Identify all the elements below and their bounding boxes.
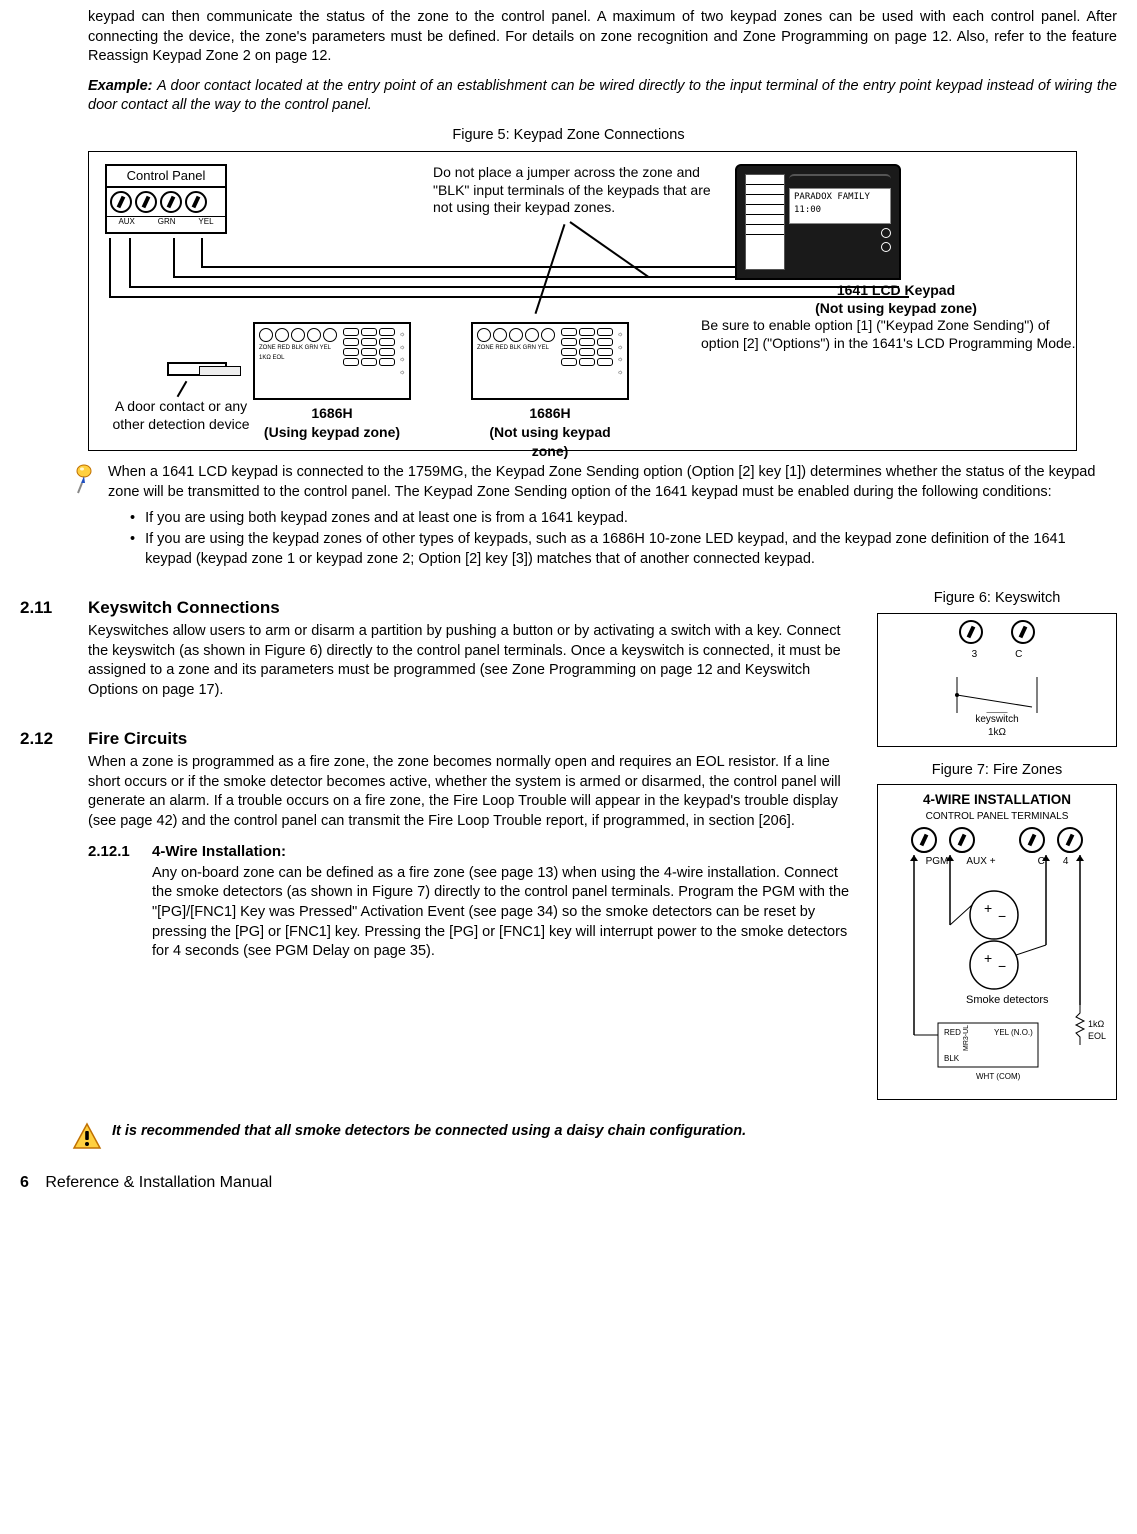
kp2-name: 1686H	[471, 404, 629, 423]
lcd-sub: (Not using keypad zone)	[701, 300, 1091, 318]
wire	[201, 238, 203, 268]
example-label: Example:	[88, 78, 152, 94]
kp1-sub: (Using keypad zone)	[253, 423, 411, 442]
fig7-caption: Figure 7: Fire Zones	[877, 761, 1117, 781]
fig7-diagram: 4-WIRE INSTALLATION CONTROL PANEL TERMIN…	[877, 784, 1117, 1100]
lcd-keypad-label: 1641 LCD Keypad (Not using keypad zone) …	[701, 282, 1091, 352]
terminal-circle	[911, 827, 937, 853]
kp-term-labels: ZONE RED BLK GRN YEL	[259, 344, 337, 352]
kp2-sub: (Not using keypad zone)	[471, 423, 629, 461]
terminal-circle	[185, 191, 207, 213]
keypad-1641-lcd: PARADOX FAMILY 11:00	[735, 164, 901, 280]
lcd-note: Be sure to enable option [1] ("Keypad Zo…	[701, 317, 1091, 352]
keypad-1686h-using: ZONE RED BLK GRN YEL 1KΩ EOL ☼☼☼☼	[253, 322, 411, 400]
sec-2-11-num: 2.11	[20, 597, 88, 700]
svg-text:1kΩ: 1kΩ	[1088, 1019, 1105, 1029]
fig6-t1: 3	[972, 648, 978, 662]
warning-icon	[72, 1122, 102, 1150]
svg-text:−: −	[998, 908, 1006, 924]
fig5-diagram: Control Panel AUX GRN YEL Do not place a…	[88, 151, 1077, 451]
sec-2-12-1-title: 4-Wire Installation:	[152, 842, 863, 862]
intro-p1: keypad can then communicate the status o…	[88, 8, 1117, 67]
fig6-t2: C	[1015, 648, 1022, 662]
terminal-circle	[1057, 827, 1083, 853]
example-text: A door contact located at the entry poin…	[88, 78, 1117, 114]
wire	[129, 238, 131, 288]
lcd-line1: PARADOX FAMILY	[794, 191, 886, 203]
sec-2-11-body: Keyswitches allow users to arm or disarm…	[88, 622, 863, 700]
wire	[173, 238, 175, 278]
fig6-keyswitch-label: keyswitch	[975, 713, 1018, 727]
svg-text:EOL: EOL	[1088, 1031, 1106, 1041]
warning-text: It is recommended that all smoke detecto…	[112, 1122, 1006, 1142]
cp-grn-label: GRN	[158, 217, 176, 228]
pointer-line	[569, 222, 649, 279]
keyswitch-symbol-icon	[937, 677, 1057, 713]
control-panel-box: Control Panel AUX GRN YEL	[105, 164, 227, 234]
sec-2-12-title: Fire Circuits	[88, 728, 863, 751]
svg-text:−: −	[998, 958, 1006, 974]
terminal-circle	[110, 191, 132, 213]
intro-example: Example: A door contact located at the e…	[88, 77, 1117, 116]
sec-2-11-title: Keyswitch Connections	[88, 597, 863, 620]
lcd-line2: 11:00	[794, 204, 886, 216]
sec-2-12-1-num: 2.12.1	[88, 842, 152, 962]
svg-text:Smoke detectors: Smoke detectors	[966, 994, 1049, 1006]
fig6-diagram: 3 C keyswitch 1kΩ	[877, 613, 1117, 747]
terminal-circle	[1019, 827, 1045, 853]
svg-text:BLK: BLK	[944, 1054, 960, 1063]
terminal-circle	[959, 620, 983, 644]
svg-text:WHT (COM): WHT (COM)	[976, 1072, 1021, 1081]
cp-aux-label: AUX	[118, 217, 134, 228]
pushpin-icon	[72, 463, 100, 502]
fig5-caption: Figure 5: Keypad Zone Connections	[20, 126, 1117, 146]
control-panel-title: Control Panel	[107, 166, 225, 188]
terminal-circle	[1011, 620, 1035, 644]
svg-text:MR3-UL: MR3-UL	[963, 1025, 970, 1051]
fig6-resistor-label: 1kΩ	[988, 726, 1006, 740]
cp-yel-label: YEL	[198, 217, 213, 228]
door-contact-icon	[199, 366, 241, 376]
terminal-circle	[160, 191, 182, 213]
svg-text:+: +	[984, 900, 992, 916]
bullet-2: •If you are using the keypad zones of ot…	[130, 530, 1117, 569]
svg-text:YEL (N.O.): YEL (N.O.)	[994, 1028, 1033, 1037]
sec-2-12-num: 2.12	[20, 728, 88, 831]
kp2-label: 1686H (Not using keypad zone)	[471, 404, 629, 461]
svg-text:+: +	[984, 950, 992, 966]
fig7-wiring-icon: + − + − Smoke detectors 1kΩ EOL RED BLK …	[884, 855, 1110, 1085]
keypad-1686h-notusing: ZONE RED BLK GRN YEL ☼☼☼☼	[471, 322, 629, 400]
kp1-label: 1686H (Using keypad zone)	[253, 404, 411, 442]
sec-2-12-1-body: Any on-board zone can be defined as a fi…	[152, 864, 863, 962]
page-footer: 6 Reference & Installation Manual	[20, 1172, 1117, 1194]
fig7-subtitle: CONTROL PANEL TERMINALS	[884, 810, 1110, 824]
jumper-note: Do not place a jumper across the zone an…	[433, 164, 733, 217]
note-1641-text: When a 1641 LCD keypad is connected to t…	[108, 463, 1107, 502]
kp1-name: 1686H	[253, 404, 411, 423]
terminal-circle	[135, 191, 157, 213]
page-number: 6	[20, 1174, 29, 1191]
pointer-line	[535, 224, 566, 314]
lcd-name: 1641 LCD Keypad	[701, 282, 1091, 300]
kp-term-labels: ZONE RED BLK GRN YEL	[477, 344, 555, 352]
bullet-1: •If you are using both keypad zones and …	[130, 509, 1117, 529]
terminal-circle	[949, 827, 975, 853]
wire	[109, 238, 111, 298]
footer-title: Reference & Installation Manual	[45, 1174, 272, 1191]
fig6-caption: Figure 6: Keyswitch	[877, 589, 1117, 609]
sec-2-12-body: When a zone is programmed as a fire zone…	[88, 753, 863, 831]
pointer-line	[177, 381, 188, 398]
svg-text:RED: RED	[944, 1028, 961, 1037]
fig7-title: 4-WIRE INSTALLATION	[884, 791, 1110, 809]
door-contact-label: A door contact or any other detection de…	[101, 398, 261, 433]
kp-eol-label: 1KΩ EOL	[259, 354, 337, 362]
